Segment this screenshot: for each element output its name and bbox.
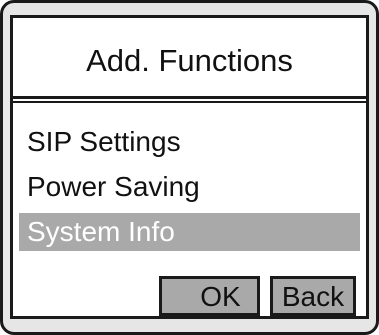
menu-item-system-info[interactable]: System Info (19, 213, 360, 251)
menu-item-sip-settings[interactable]: SIP Settings (13, 123, 366, 161)
device-frame: Add. Functions SIP Settings Power Saving… (0, 0, 379, 335)
functions-menu: SIP Settings Power Saving System Info (13, 123, 366, 258)
ok-button[interactable]: OK (159, 276, 260, 316)
phone-screen: Add. Functions SIP Settings Power Saving… (10, 15, 369, 319)
menu-item-power-saving[interactable]: Power Saving (13, 168, 366, 206)
back-button[interactable]: Back (270, 276, 356, 316)
menu-item-label: Power Saving (27, 171, 200, 202)
softkey-row: OK Back (159, 276, 356, 316)
menu-item-label: System Info (27, 216, 175, 247)
title-bar: Add. Functions (13, 18, 366, 98)
title-divider (13, 96, 366, 103)
back-button-label: Back (281, 280, 345, 312)
menu-item-label: SIP Settings (27, 126, 181, 157)
ok-button-label: OK (200, 280, 241, 312)
dialog-title: Add. Functions (86, 42, 293, 78)
